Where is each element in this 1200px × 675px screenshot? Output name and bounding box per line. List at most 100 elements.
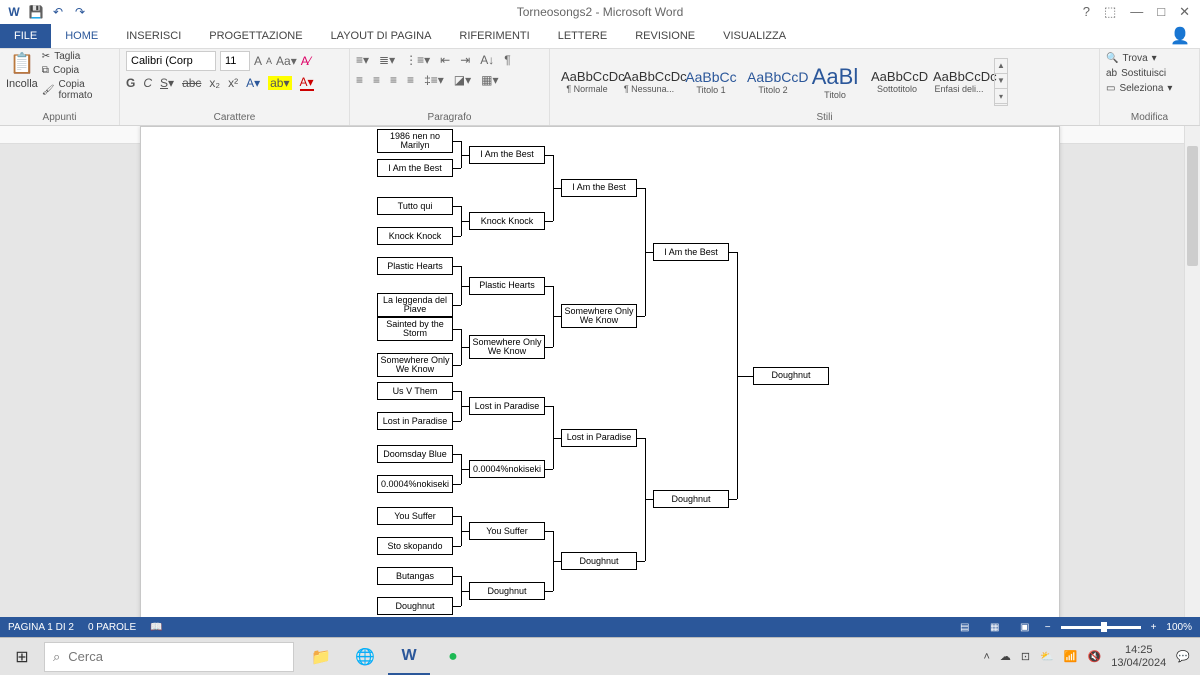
multilevel-icon[interactable]: ⋮≡▾	[405, 53, 430, 67]
security-icon[interactable]: ⊡	[1021, 650, 1030, 663]
style-item[interactable]: AaBbCcDcEnfasi deli...	[928, 66, 990, 97]
bracket-box[interactable]: Lost in Paradise	[561, 429, 637, 447]
numbering-icon[interactable]: ≣▾	[379, 53, 395, 67]
replace-button[interactable]: abSostituisci	[1106, 68, 1193, 79]
bracket-box[interactable]: You Suffer	[469, 522, 545, 540]
style-item[interactable]: AaBbCcDTitolo 2	[742, 66, 804, 98]
wifi-icon[interactable]: 📶	[1064, 650, 1078, 663]
bullets-icon[interactable]: ≡▾	[356, 53, 369, 67]
chrome-icon[interactable]: 🌐	[344, 639, 386, 675]
bracket-box[interactable]: I Am the Best	[377, 159, 453, 177]
bracket-box[interactable]: La leggenda del Piave	[377, 293, 453, 317]
bracket-box[interactable]: Us V Them	[377, 382, 453, 400]
bracket-box[interactable]: Somewhere Only We Know	[469, 335, 545, 359]
bracket-box[interactable]: Plastic Hearts	[377, 257, 453, 275]
clock[interactable]: 14:25 13/04/2024	[1111, 644, 1166, 668]
bracket-box[interactable]: 0.0004%nokiseki	[377, 475, 453, 493]
bracket-box[interactable]: Doughnut	[377, 597, 453, 615]
gallery-scroll[interactable]: ▲▼▾	[994, 58, 1008, 106]
tab-file[interactable]: FILE	[0, 24, 51, 48]
bracket-box[interactable]: You Suffer	[377, 507, 453, 525]
page-indicator[interactable]: PAGINA 1 DI 2	[8, 622, 74, 633]
weather-icon[interactable]: ⛅	[1040, 650, 1054, 663]
ribbon-options-icon[interactable]: ⬚	[1104, 4, 1116, 20]
bracket-box[interactable]: Tutto qui	[377, 197, 453, 215]
spotify-icon[interactable]: ●	[432, 639, 474, 675]
help-icon[interactable]: ?	[1083, 4, 1090, 20]
close-icon[interactable]: ✕	[1179, 4, 1190, 20]
zoom-out-button[interactable]: −	[1045, 622, 1051, 633]
notifications-icon[interactable]: 💬	[1176, 650, 1190, 663]
tab-insert[interactable]: INSERISCI	[112, 24, 195, 48]
bracket-box[interactable]: Somewhere Only We Know	[377, 353, 453, 377]
cut-button[interactable]: ✂Taglia	[42, 51, 113, 62]
scrollbar-thumb[interactable]	[1187, 146, 1198, 266]
bracket-box[interactable]: Doughnut	[753, 367, 829, 385]
bracket-box[interactable]: I Am the Best	[561, 179, 637, 197]
tab-home[interactable]: HOME	[51, 24, 112, 48]
style-item[interactable]: AaBbCcDc¶ Normale	[556, 66, 618, 97]
tray-chevron-icon[interactable]: ˄	[983, 651, 989, 663]
bracket-box[interactable]: Doughnut	[561, 552, 637, 570]
save-icon[interactable]: 💾	[28, 4, 44, 20]
font-size-input[interactable]	[220, 51, 250, 71]
bracket-box[interactable]: 0.0004%nokiseki	[469, 460, 545, 478]
align-center-icon[interactable]: ≡	[373, 73, 380, 87]
shrink-font-icon[interactable]: A	[266, 56, 272, 66]
volume-icon[interactable]: 🔇	[1088, 650, 1102, 663]
user-icon[interactable]: 👤	[1170, 24, 1190, 48]
copy-button[interactable]: ⧉Copia	[42, 65, 113, 76]
style-item[interactable]: AaBbCcTitolo 1	[680, 66, 742, 98]
font-color-icon[interactable]: A▾	[300, 75, 314, 91]
vertical-scrollbar[interactable]	[1184, 126, 1200, 637]
decrease-indent-icon[interactable]: ⇤	[440, 53, 450, 67]
bracket-box[interactable]: Knock Knock	[469, 212, 545, 230]
bracket-box[interactable]: Doughnut	[469, 582, 545, 600]
change-case-icon[interactable]: Aa▾	[276, 54, 297, 68]
sort-icon[interactable]: A↓	[480, 53, 494, 67]
tab-references[interactable]: RIFERIMENTI	[445, 24, 543, 48]
style-item[interactable]: AaBbCcDSottotitolo	[866, 66, 928, 97]
bracket-box[interactable]: Doughnut	[653, 490, 729, 508]
zoom-in-button[interactable]: +	[1151, 622, 1157, 633]
zoom-slider[interactable]	[1061, 626, 1141, 629]
onedrive-icon[interactable]: ☁	[1000, 650, 1011, 663]
web-layout-icon[interactable]: ▣	[1015, 620, 1035, 634]
format-painter-button[interactable]: 🖌Copia formato	[42, 79, 113, 101]
redo-icon[interactable]: ↷	[72, 4, 88, 20]
bracket-box[interactable]: Lost in Paradise	[469, 397, 545, 415]
bracket-box[interactable]: Plastic Hearts	[469, 277, 545, 295]
grow-font-icon[interactable]: A	[254, 54, 262, 68]
increase-indent-icon[interactable]: ⇥	[460, 53, 470, 67]
bracket-box[interactable]: Sto skopando	[377, 537, 453, 555]
style-item[interactable]: AaBlTitolo	[804, 61, 866, 103]
show-marks-icon[interactable]: ¶	[504, 53, 510, 67]
explorer-icon[interactable]: 📁	[300, 639, 342, 675]
font-name-input[interactable]	[126, 51, 216, 71]
bold-button[interactable]: G	[126, 76, 135, 90]
undo-icon[interactable]: ↶	[50, 4, 66, 20]
text-effects-icon[interactable]: A▾	[246, 76, 260, 90]
clear-format-icon[interactable]: A⁄	[301, 54, 311, 68]
zoom-level[interactable]: 100%	[1166, 622, 1192, 633]
borders-icon[interactable]: ▦▾	[481, 73, 498, 87]
bracket-box[interactable]: Butangas	[377, 567, 453, 585]
bracket-box[interactable]: Sainted by the Storm	[377, 317, 453, 341]
minimize-icon[interactable]: —	[1130, 4, 1143, 20]
tab-review[interactable]: REVISIONE	[621, 24, 709, 48]
strike-button[interactable]: abc	[182, 76, 201, 90]
tab-design[interactable]: PROGETTAZIONE	[195, 24, 316, 48]
style-item[interactable]: AaBbCcDc¶ Nessuna...	[618, 66, 680, 97]
justify-icon[interactable]: ≡	[407, 73, 414, 87]
maximize-icon[interactable]: □	[1157, 4, 1165, 20]
taskbar-search[interactable]: ⌕ Cerca	[44, 642, 294, 672]
word-count[interactable]: 0 PAROLE	[88, 622, 136, 633]
highlight-icon[interactable]: ab▾	[268, 76, 291, 90]
tab-view[interactable]: VISUALIZZA	[709, 24, 800, 48]
tab-mailings[interactable]: LETTERE	[544, 24, 622, 48]
start-button[interactable]: ⊞	[0, 638, 44, 675]
tab-layout[interactable]: LAYOUT DI PAGINA	[317, 24, 446, 48]
read-mode-icon[interactable]: ▤	[955, 620, 975, 634]
paste-button[interactable]: 📋 Incolla	[6, 51, 38, 112]
italic-button[interactable]: C	[143, 76, 152, 90]
